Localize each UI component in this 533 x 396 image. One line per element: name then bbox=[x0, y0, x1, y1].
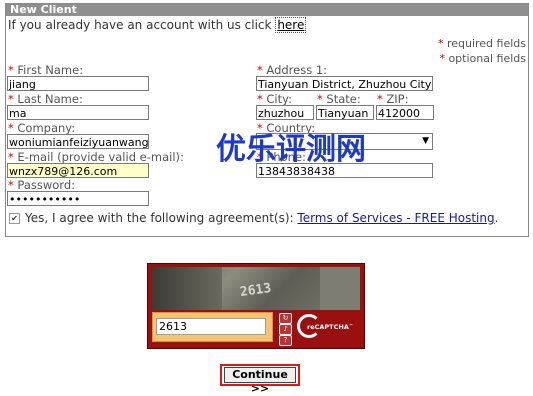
company-input[interactable]: woniumianfeiziyuanwang bbox=[7, 134, 149, 149]
first-name-label: * First Name: bbox=[8, 63, 84, 77]
state-input[interactable]: Tianyuan bbox=[316, 105, 374, 120]
city-input[interactable]: zhuzhou bbox=[256, 105, 314, 120]
refresh-icon[interactable]: ↻ bbox=[279, 313, 292, 324]
watermark-text: 优乐评测网 bbox=[216, 132, 366, 167]
captcha-image: 2613 bbox=[152, 267, 360, 310]
address-input[interactable]: Tianyuan District, Zhuzhou City, Hunan P… bbox=[256, 76, 433, 91]
captcha-word: 2613 bbox=[239, 280, 273, 301]
agree-checkbox[interactable]: ✔ bbox=[9, 213, 20, 224]
dropdown-arrow-icon: ▼ bbox=[422, 136, 429, 146]
zip-label: * ZIP: bbox=[377, 92, 409, 106]
new-client-panel: New Client If you already have an accoun… bbox=[5, 3, 529, 237]
city-label: * City: bbox=[257, 92, 292, 106]
password-label: * Password: bbox=[8, 178, 75, 192]
continue-button[interactable]: Continue >> bbox=[224, 367, 296, 395]
agreement-row: ✔ Yes, I agree with the following agreeme… bbox=[9, 211, 498, 225]
email-input[interactable]: wnzx789@126.com bbox=[7, 163, 149, 178]
password-input[interactable]: ••••••••••• bbox=[7, 191, 149, 206]
address-label: * Address 1: bbox=[257, 63, 328, 77]
company-label: * Company: bbox=[8, 121, 76, 135]
recaptcha-widget: 2613 2613 ↻ ♪ ? reCAPTCHA™ bbox=[147, 263, 365, 349]
first-name-input[interactable]: jiang bbox=[7, 76, 149, 91]
recaptcha-logo-icon: reCAPTCHA™ bbox=[297, 314, 359, 342]
zip-input[interactable]: 412000 bbox=[376, 105, 434, 120]
state-label: * State: bbox=[317, 92, 361, 106]
panel-title: New Client bbox=[6, 4, 528, 16]
captcha-input[interactable]: 2613 bbox=[156, 318, 266, 335]
last-name-input[interactable]: ma bbox=[7, 105, 149, 120]
terms-link[interactable]: Terms of Services - FREE Hosting bbox=[297, 211, 494, 225]
legend-optional: * optional fields bbox=[439, 52, 526, 65]
last-name-label: * Last Name: bbox=[8, 92, 83, 106]
audio-icon[interactable]: ♪ bbox=[279, 324, 292, 335]
legend-required: * required fields bbox=[437, 37, 526, 50]
here-link[interactable]: here bbox=[275, 17, 307, 33]
intro-text: If you already have an account with us c… bbox=[8, 17, 307, 33]
help-icon[interactable]: ? bbox=[279, 335, 292, 346]
email-label: * E-mail (provide valid e-mail): bbox=[8, 150, 184, 164]
